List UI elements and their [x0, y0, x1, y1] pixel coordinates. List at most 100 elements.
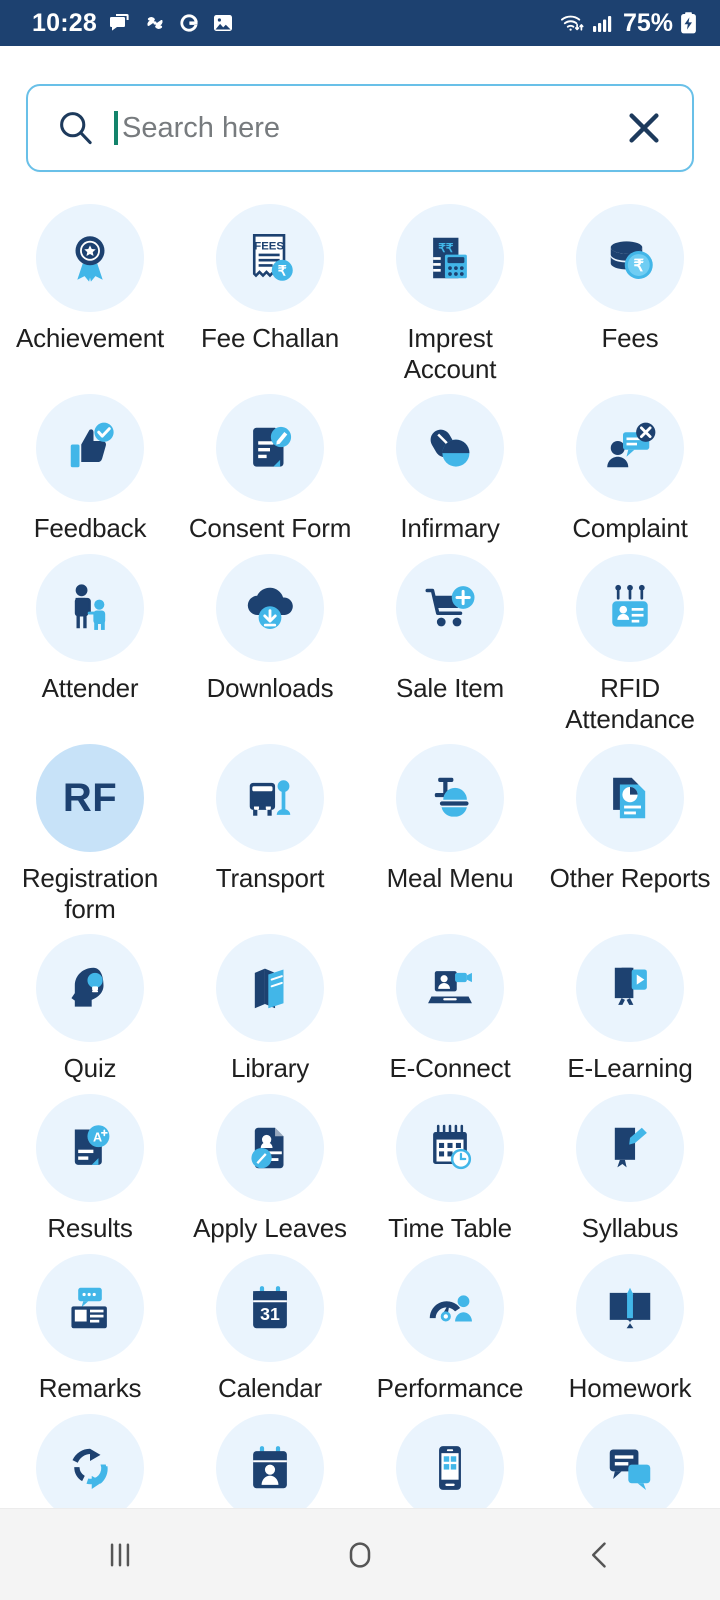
- app-tile-label: Results: [47, 1213, 133, 1243]
- svg-text:₹₹: ₹₹: [438, 241, 454, 255]
- cart-plus-icon: [396, 554, 504, 662]
- app-tile-label: Consent Form: [188, 513, 352, 543]
- rupee-calculator-icon: ₹₹: [396, 204, 504, 312]
- app-tile[interactable]: [0, 1406, 180, 1508]
- chat-messages-icon: [576, 1414, 684, 1508]
- app-tile-sale-item[interactable]: Sale Item: [360, 546, 540, 736]
- calendar-clock-icon: [396, 1094, 504, 1202]
- rupee-coins-icon: ₹: [576, 204, 684, 312]
- app-tile-label: Downloads: [206, 673, 334, 703]
- svg-text:₹: ₹: [278, 263, 287, 279]
- app-tile-results[interactable]: A Results: [0, 1086, 180, 1246]
- app-tile-apply-leaves[interactable]: Apply Leaves: [180, 1086, 360, 1246]
- open-book-pen-icon: [576, 1254, 684, 1362]
- app-tile-label: Fees: [601, 323, 659, 353]
- app-grid-row: Feedback Consent Form Infirmary Complain…: [0, 386, 720, 546]
- google-g-icon: [180, 14, 198, 32]
- svg-text:31: 31: [260, 1304, 280, 1324]
- app-tile-e-connect[interactable]: E-Connect: [360, 926, 540, 1086]
- pills-capsule-icon: [396, 394, 504, 502]
- app-tile-label: Homework: [568, 1373, 692, 1403]
- app-tile-rfid-attendance[interactable]: RFID Attendance: [540, 546, 720, 736]
- app-tile-label: Meal Menu: [386, 863, 514, 893]
- app-tile-downloads[interactable]: Downloads: [180, 546, 360, 736]
- app-tile-syllabus[interactable]: Syllabus: [540, 1086, 720, 1246]
- person-chat-x-icon: [576, 394, 684, 502]
- remark-note-icon: [36, 1254, 144, 1362]
- app-tile-imprest-account[interactable]: ₹₹ Imprest Account: [360, 196, 540, 386]
- book-play-icon: [576, 934, 684, 1042]
- books-icon: [216, 934, 324, 1042]
- laptop-video-icon: [396, 934, 504, 1042]
- app-grid-row: [0, 1406, 720, 1508]
- app-tile-infirmary[interactable]: Infirmary: [360, 386, 540, 546]
- app-tile[interactable]: [360, 1406, 540, 1508]
- bus-stop-icon: [216, 744, 324, 852]
- status-bar: 10:28 75%: [0, 0, 720, 46]
- back-button[interactable]: [525, 1538, 675, 1572]
- svg-text:A: A: [93, 1130, 102, 1144]
- search-input[interactable]: [122, 111, 622, 145]
- app-tile-consent-form[interactable]: Consent Form: [180, 386, 360, 546]
- app-tile-feedback[interactable]: Feedback: [0, 386, 180, 546]
- book-pen-icon: [576, 1094, 684, 1202]
- head-bulb-icon: [36, 934, 144, 1042]
- home-circle-icon: [349, 1541, 371, 1568]
- recents-bars-icon: [110, 1543, 130, 1566]
- app-tile-performance[interactable]: Performance: [360, 1246, 540, 1406]
- sync-refresh-icon: [36, 1414, 144, 1508]
- system-nav-bar: [0, 1508, 720, 1600]
- signal-bars-icon: [592, 16, 612, 32]
- app-tile-label: Apply Leaves: [193, 1213, 347, 1243]
- leave-application-icon: [216, 1094, 324, 1202]
- app-grid: Achievement FEES ₹ Fee Challan ₹₹ Imprest…: [0, 196, 720, 1508]
- app-tile-homework[interactable]: Homework: [540, 1246, 720, 1406]
- search-section: [0, 46, 720, 172]
- app-tile-label: Complaint: [572, 513, 688, 543]
- battery-percent: 75%: [622, 8, 673, 37]
- wifi-icon: [560, 15, 584, 31]
- app-tile-fee-challan[interactable]: FEES ₹ Fee Challan: [180, 196, 360, 386]
- rfid-card-icon: [576, 554, 684, 662]
- app-tile-fees[interactable]: ₹ Fees: [540, 196, 720, 386]
- app-tile-label: Calendar: [218, 1373, 322, 1403]
- app-tile-calendar[interactable]: 31 Calendar: [180, 1246, 360, 1406]
- app-tile-time-table[interactable]: Time Table: [360, 1086, 540, 1246]
- app-tile-other-reports[interactable]: Other Reports: [540, 736, 720, 926]
- app-tile-meal-menu[interactable]: Meal Menu: [360, 736, 540, 926]
- app-tile-achievement[interactable]: Achievement: [0, 196, 180, 386]
- app-tile-label: RFID Attendance: [565, 673, 695, 734]
- recents-button[interactable]: [45, 1538, 195, 1572]
- app-tile-e-learning[interactable]: E-Learning: [540, 926, 720, 1086]
- search-bar[interactable]: [26, 84, 694, 172]
- app-tile-label: Registration form: [21, 863, 159, 924]
- app-tile-label: Time Table: [388, 1213, 512, 1243]
- app-tile-label: Achievement: [15, 323, 165, 353]
- gallery-image-icon: [213, 15, 232, 31]
- app-tile-label: Library: [230, 1053, 310, 1083]
- app-grid-row: A Results Apply Leaves Time Table Syllab…: [0, 1086, 720, 1246]
- app-tile[interactable]: [180, 1406, 360, 1508]
- calendar-31-icon: 31: [216, 1254, 324, 1362]
- app-tile[interactable]: [540, 1406, 720, 1508]
- close-x-icon[interactable]: [622, 106, 666, 150]
- document-pencil-icon: [216, 394, 324, 502]
- app-tile-complaint[interactable]: Complaint: [540, 386, 720, 546]
- app-tile-attender[interactable]: Attender: [0, 546, 180, 736]
- attendance-calendar-icon: [216, 1414, 324, 1508]
- app-grid-row: Remarks 31 Calendar Performance Homework: [0, 1246, 720, 1406]
- svg-text:FEES: FEES: [254, 240, 284, 252]
- thumbs-up-check-icon: [36, 394, 144, 502]
- app-tile-registration-form[interactable]: RF Registration form: [0, 736, 180, 926]
- meal-tray-icon: [396, 744, 504, 852]
- app-tile-transport[interactable]: Transport: [180, 736, 360, 926]
- chat-bubble-icon: [109, 14, 129, 31]
- app-tile-library[interactable]: Library: [180, 926, 360, 1086]
- parent-child-icon: [36, 554, 144, 662]
- app-tile-remarks[interactable]: Remarks: [0, 1246, 180, 1406]
- home-button[interactable]: [285, 1537, 435, 1573]
- app-tile-quiz[interactable]: Quiz: [0, 926, 180, 1086]
- app-tile-label: E-Connect: [389, 1053, 511, 1083]
- app-tile-label: Imprest Account: [403, 323, 497, 384]
- app-tile-label: Transport: [215, 863, 325, 893]
